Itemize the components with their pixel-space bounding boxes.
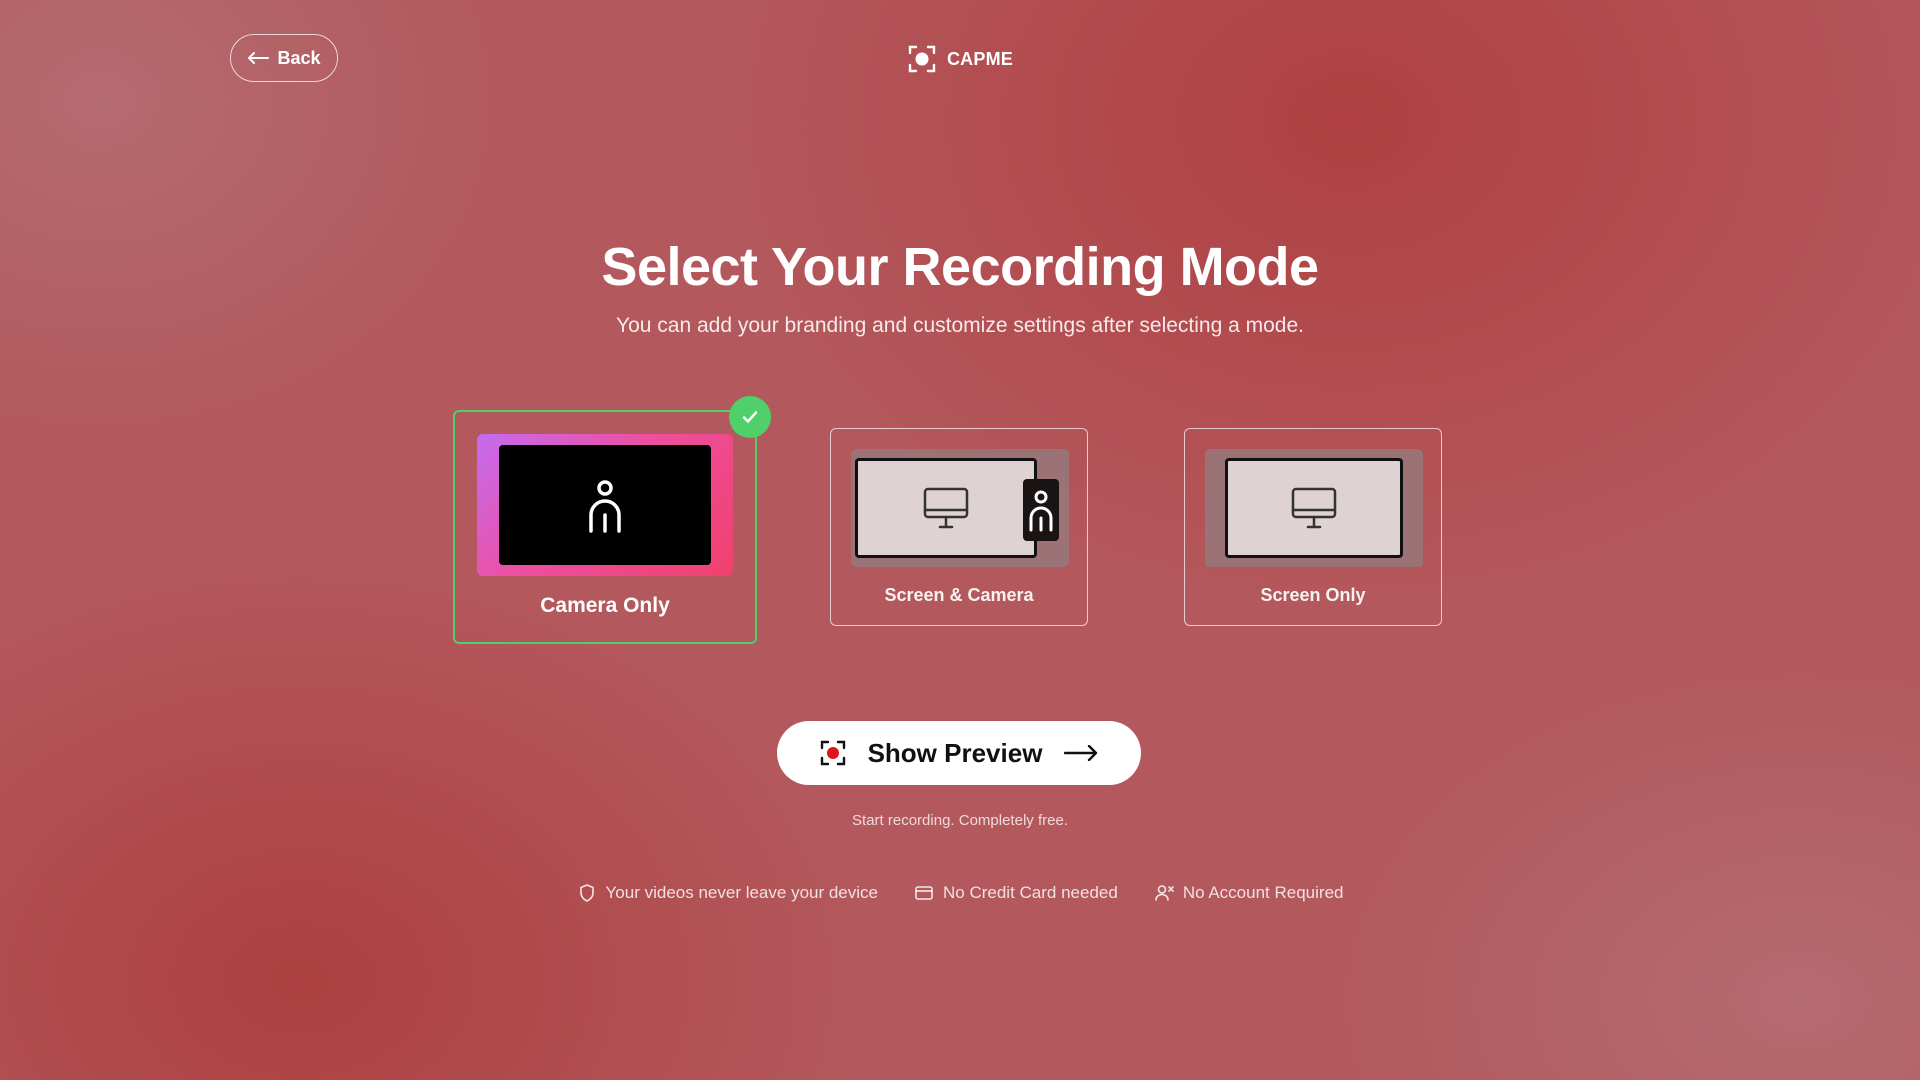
mode-card-camera-only[interactable]: Camera Only [453, 396, 771, 644]
record-icon [820, 740, 845, 766]
user-x-icon [1155, 885, 1174, 901]
mode-card-screen-and-camera[interactable]: Screen & Camera [830, 428, 1088, 626]
page-title: Select Your Recording Mode [601, 237, 1319, 297]
mode-label: Screen & Camera [884, 585, 1034, 605]
person-icon [589, 480, 621, 533]
feature-list: Your videos never leave your device No C… [0, 883, 1920, 903]
person-icon [1029, 490, 1053, 532]
mode-card-screen-only[interactable]: Screen Only [1184, 428, 1442, 626]
mode-label: Camera Only [540, 594, 670, 617]
feature-no-card: No Credit Card needed [914, 883, 1118, 903]
brand-name: CAPME [946, 48, 1013, 69]
feature-text: Your videos never leave your device [605, 883, 878, 902]
camera-overlay [1023, 479, 1059, 541]
show-preview-button[interactable]: Show Preview [777, 721, 1141, 785]
camera-preview-thumbnail [477, 434, 733, 576]
monitor-icon [1291, 487, 1337, 529]
monitor-icon [923, 487, 969, 529]
mode-label: Screen Only [1260, 585, 1366, 605]
feature-text: No Credit Card needed [943, 883, 1118, 902]
page-subtitle: You can add your branding and customize … [616, 314, 1304, 337]
brand-logo: CAPME [0, 44, 1920, 74]
selected-check-badge [729, 396, 771, 438]
screen-camera-preview-thumbnail [851, 449, 1069, 567]
credit-card-icon [915, 886, 933, 900]
arrow-right-icon [1064, 745, 1098, 761]
feature-text: No Account Required [1182, 883, 1344, 902]
show-preview-label: Show Preview [867, 737, 1043, 768]
free-note: Start recording. Completely free. [852, 812, 1068, 829]
check-icon [742, 411, 758, 423]
shield-icon [579, 884, 594, 902]
feature-privacy: Your videos never leave your device [577, 883, 878, 903]
capture-icon [908, 45, 936, 73]
feature-no-account: No Account Required [1154, 883, 1344, 903]
top-bar: Back CAPME [0, 34, 1920, 84]
screen-preview-thumbnail [1205, 449, 1423, 567]
